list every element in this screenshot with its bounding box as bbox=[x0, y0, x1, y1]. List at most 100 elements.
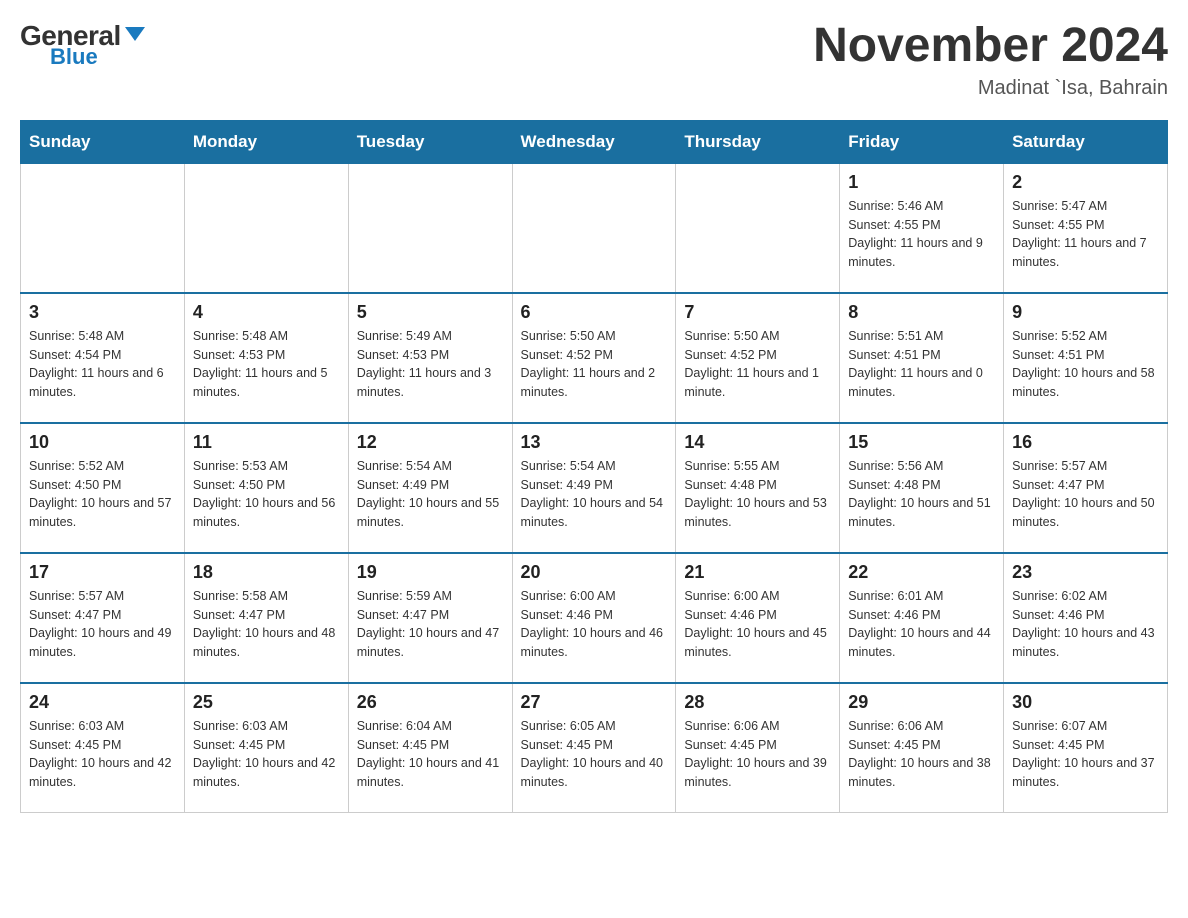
day-number: 22 bbox=[848, 562, 995, 583]
calendar-day-cell: 8Sunrise: 5:51 AM Sunset: 4:51 PM Daylig… bbox=[840, 293, 1004, 423]
day-info: Sunrise: 5:55 AM Sunset: 4:48 PM Dayligh… bbox=[684, 457, 831, 532]
calendar-day-cell bbox=[184, 163, 348, 293]
calendar-day-cell: 5 Sunrise: 5:49 AM Sunset: 4:53 PM Daylig… bbox=[348, 293, 512, 423]
calendar-week-row: 17Sunrise: 5:57 AM Sunset: 4:47 PM Dayli… bbox=[21, 553, 1168, 683]
logo-blue-text: Blue bbox=[50, 44, 98, 70]
calendar-day-cell bbox=[348, 163, 512, 293]
title-block: November 2024 Madinat `Isa, Bahrain bbox=[813, 20, 1168, 100]
calendar-table: SundayMondayTuesdayWednesdayThursdayFrid… bbox=[20, 120, 1168, 814]
calendar-day-cell: 2Sunrise: 5:47 AM Sunset: 4:55 PM Daylig… bbox=[1004, 163, 1168, 293]
day-info: Sunrise: 5:52 AM Sunset: 4:51 PM Dayligh… bbox=[1012, 327, 1159, 402]
calendar-day-cell: 13Sunrise: 5:54 AM Sunset: 4:49 PM Dayli… bbox=[512, 423, 676, 553]
days-of-week-row: SundayMondayTuesdayWednesdayThursdayFrid… bbox=[21, 121, 1168, 163]
day-number: 19 bbox=[357, 562, 504, 583]
calendar-day-cell: 12 Sunrise: 5:54 AM Sunset: 4:49 PM Dayli… bbox=[348, 423, 512, 553]
calendar-body: 1 Sunrise: 5:46 AM Sunset: 4:55 PM Daylig… bbox=[21, 163, 1168, 813]
day-info: Sunrise: 5:54 AM Sunset: 4:49 PM Dayligh… bbox=[357, 457, 504, 532]
calendar-day-cell bbox=[21, 163, 185, 293]
day-number: 3 bbox=[29, 302, 176, 323]
calendar-day-cell: 19 Sunrise: 5:59 AM Sunset: 4:47 PM Dayli… bbox=[348, 553, 512, 683]
day-info: Sunrise: 6:04 AM Sunset: 4:45 PM Dayligh… bbox=[357, 717, 504, 792]
day-number: 6 bbox=[521, 302, 668, 323]
day-of-week-header: Thursday bbox=[676, 121, 840, 163]
day-info: Sunrise: 6:06 AM Sunset: 4:45 PM Dayligh… bbox=[848, 717, 995, 792]
day-info: Sunrise: 5:59 AM Sunset: 4:47 PM Dayligh… bbox=[357, 587, 504, 662]
day-info: Sunrise: 6:06 AM Sunset: 4:45 PM Dayligh… bbox=[684, 717, 831, 792]
day-of-week-header: Tuesday bbox=[348, 121, 512, 163]
day-number: 15 bbox=[848, 432, 995, 453]
calendar-day-cell: 10 Sunrise: 5:52 AM Sunset: 4:50 PM Dayli… bbox=[21, 423, 185, 553]
location-subtitle: Madinat `Isa, Bahrain bbox=[813, 77, 1168, 100]
logo-triangle-icon bbox=[125, 27, 145, 41]
calendar-week-row: 10 Sunrise: 5:52 AM Sunset: 4:50 PM Dayli… bbox=[21, 423, 1168, 553]
calendar-day-cell: 7 Sunrise: 5:50 AM Sunset: 4:52 PM Daylig… bbox=[676, 293, 840, 423]
day-number: 30 bbox=[1012, 692, 1159, 713]
day-info: Sunrise: 6:01 AM Sunset: 4:46 PM Dayligh… bbox=[848, 587, 995, 662]
day-info: Sunrise: 5:47 AM Sunset: 4:55 PM Dayligh… bbox=[1012, 197, 1159, 272]
day-info: Sunrise: 5:58 AM Sunset: 4:47 PM Dayligh… bbox=[193, 587, 340, 662]
calendar-day-cell: 23Sunrise: 6:02 AM Sunset: 4:46 PM Dayli… bbox=[1004, 553, 1168, 683]
day-of-week-header: Saturday bbox=[1004, 121, 1168, 163]
day-info: Sunrise: 5:50 AM Sunset: 4:52 PM Dayligh… bbox=[684, 327, 831, 402]
page-header: General Blue November 2024 Madinat `Isa,… bbox=[20, 20, 1168, 100]
calendar-week-row: 24 Sunrise: 6:03 AM Sunset: 4:45 PM Dayli… bbox=[21, 683, 1168, 813]
day-of-week-header: Sunday bbox=[21, 121, 185, 163]
calendar-day-cell: 6 Sunrise: 5:50 AM Sunset: 4:52 PM Daylig… bbox=[512, 293, 676, 423]
day-number: 11 bbox=[193, 432, 340, 453]
day-number: 8 bbox=[848, 302, 995, 323]
day-info: Sunrise: 6:05 AM Sunset: 4:45 PM Dayligh… bbox=[521, 717, 668, 792]
calendar-header: SundayMondayTuesdayWednesdayThursdayFrid… bbox=[21, 121, 1168, 163]
day-info: Sunrise: 5:52 AM Sunset: 4:50 PM Dayligh… bbox=[29, 457, 176, 532]
day-number: 29 bbox=[848, 692, 995, 713]
calendar-day-cell: 1 Sunrise: 5:46 AM Sunset: 4:55 PM Daylig… bbox=[840, 163, 1004, 293]
calendar-day-cell: 26 Sunrise: 6:04 AM Sunset: 4:45 PM Dayli… bbox=[348, 683, 512, 813]
day-info: Sunrise: 5:54 AM Sunset: 4:49 PM Dayligh… bbox=[521, 457, 668, 532]
day-info: Sunrise: 6:00 AM Sunset: 4:46 PM Dayligh… bbox=[521, 587, 668, 662]
day-info: Sunrise: 6:03 AM Sunset: 4:45 PM Dayligh… bbox=[29, 717, 176, 792]
day-info: Sunrise: 5:50 AM Sunset: 4:52 PM Dayligh… bbox=[521, 327, 668, 402]
calendar-day-cell bbox=[676, 163, 840, 293]
month-year-title: November 2024 bbox=[813, 20, 1168, 73]
calendar-day-cell: 3 Sunrise: 5:48 AM Sunset: 4:54 PM Daylig… bbox=[21, 293, 185, 423]
day-number: 26 bbox=[357, 692, 504, 713]
calendar-day-cell: 29 Sunrise: 6:06 AM Sunset: 4:45 PM Dayli… bbox=[840, 683, 1004, 813]
day-number: 27 bbox=[521, 692, 668, 713]
calendar-day-cell: 17Sunrise: 5:57 AM Sunset: 4:47 PM Dayli… bbox=[21, 553, 185, 683]
day-number: 7 bbox=[684, 302, 831, 323]
day-info: Sunrise: 5:49 AM Sunset: 4:53 PM Dayligh… bbox=[357, 327, 504, 402]
day-number: 20 bbox=[521, 562, 668, 583]
calendar-day-cell: 11Sunrise: 5:53 AM Sunset: 4:50 PM Dayli… bbox=[184, 423, 348, 553]
day-number: 1 bbox=[848, 172, 995, 193]
day-number: 5 bbox=[357, 302, 504, 323]
day-info: Sunrise: 6:03 AM Sunset: 4:45 PM Dayligh… bbox=[193, 717, 340, 792]
calendar-day-cell: 18 Sunrise: 5:58 AM Sunset: 4:47 PM Dayli… bbox=[184, 553, 348, 683]
calendar-day-cell: 15 Sunrise: 5:56 AM Sunset: 4:48 PM Dayli… bbox=[840, 423, 1004, 553]
day-info: Sunrise: 6:00 AM Sunset: 4:46 PM Dayligh… bbox=[684, 587, 831, 662]
day-number: 18 bbox=[193, 562, 340, 583]
day-info: Sunrise: 5:46 AM Sunset: 4:55 PM Dayligh… bbox=[848, 197, 995, 272]
calendar-day-cell: 30 Sunrise: 6:07 AM Sunset: 4:45 PM Dayli… bbox=[1004, 683, 1168, 813]
day-info: Sunrise: 5:57 AM Sunset: 4:47 PM Dayligh… bbox=[29, 587, 176, 662]
calendar-day-cell: 20 Sunrise: 6:00 AM Sunset: 4:46 PM Dayli… bbox=[512, 553, 676, 683]
day-info: Sunrise: 5:48 AM Sunset: 4:54 PM Dayligh… bbox=[29, 327, 176, 402]
day-number: 21 bbox=[684, 562, 831, 583]
day-info: Sunrise: 5:56 AM Sunset: 4:48 PM Dayligh… bbox=[848, 457, 995, 532]
calendar-day-cell: 4Sunrise: 5:48 AM Sunset: 4:53 PM Daylig… bbox=[184, 293, 348, 423]
calendar-day-cell: 24 Sunrise: 6:03 AM Sunset: 4:45 PM Dayli… bbox=[21, 683, 185, 813]
day-number: 4 bbox=[193, 302, 340, 323]
day-info: Sunrise: 5:57 AM Sunset: 4:47 PM Dayligh… bbox=[1012, 457, 1159, 532]
calendar-day-cell: 21 Sunrise: 6:00 AM Sunset: 4:46 PM Dayli… bbox=[676, 553, 840, 683]
day-number: 9 bbox=[1012, 302, 1159, 323]
day-number: 14 bbox=[684, 432, 831, 453]
calendar-day-cell: 28 Sunrise: 6:06 AM Sunset: 4:45 PM Dayli… bbox=[676, 683, 840, 813]
day-number: 10 bbox=[29, 432, 176, 453]
day-number: 16 bbox=[1012, 432, 1159, 453]
calendar-week-row: 3 Sunrise: 5:48 AM Sunset: 4:54 PM Daylig… bbox=[21, 293, 1168, 423]
day-number: 23 bbox=[1012, 562, 1159, 583]
day-info: Sunrise: 6:07 AM Sunset: 4:45 PM Dayligh… bbox=[1012, 717, 1159, 792]
day-number: 28 bbox=[684, 692, 831, 713]
day-number: 12 bbox=[357, 432, 504, 453]
day-number: 24 bbox=[29, 692, 176, 713]
calendar-day-cell: 22 Sunrise: 6:01 AM Sunset: 4:46 PM Dayli… bbox=[840, 553, 1004, 683]
day-of-week-header: Wednesday bbox=[512, 121, 676, 163]
